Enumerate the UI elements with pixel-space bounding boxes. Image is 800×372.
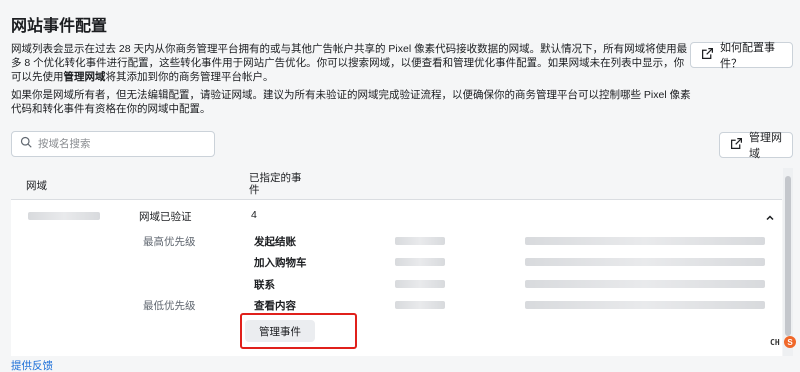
feedback-link[interactable]: 提供反馈 bbox=[11, 358, 53, 372]
description-text-end: 将其添加到你的商务管理平台帐户。 bbox=[105, 71, 274, 83]
lowest-priority-label: 最低优先级 bbox=[143, 300, 196, 312]
how-to-config-button[interactable]: 如何配置事件？ bbox=[690, 42, 793, 70]
collapse-row-button[interactable] bbox=[765, 210, 775, 221]
description-paragraph-2: 如果你是网域所有者，但无法编辑配置，请验证网域。建议为所有未验证的网域完成验证流… bbox=[11, 89, 691, 115]
pixel-name-redacted-1 bbox=[525, 237, 765, 245]
manage-events-button[interactable]: 管理事件 bbox=[245, 320, 315, 342]
pixel-id-redacted-4 bbox=[395, 301, 445, 309]
ime-language-indicator[interactable]: CH bbox=[770, 338, 780, 347]
manage-domains-link-text[interactable]: 管理网域 bbox=[64, 71, 106, 83]
page-title: 网站事件配置 bbox=[11, 18, 108, 35]
column-header-events-line1: 已指定的事 bbox=[249, 172, 302, 184]
chevron-up-icon bbox=[765, 210, 775, 227]
search-input[interactable] bbox=[38, 138, 198, 150]
event-item-1: 发起结账 bbox=[254, 236, 296, 248]
external-link-icon bbox=[701, 47, 714, 63]
column-header-events-line2: 件 bbox=[249, 184, 260, 196]
event-count: 4 bbox=[251, 209, 257, 221]
event-item-4: 查看内容 bbox=[254, 300, 296, 312]
event-item-2: 加入购物车 bbox=[254, 257, 307, 269]
domain-status: 网域已验证 bbox=[139, 211, 192, 223]
scrollbar-thumb[interactable] bbox=[785, 176, 791, 336]
column-header-events: 已指定的事 件 bbox=[249, 172, 302, 196]
external-link-icon bbox=[730, 137, 743, 153]
column-header-domain: 网域 bbox=[26, 180, 47, 192]
description-paragraph-1: 网域列表会显示在过去 28 天内从你商务管理平台拥有的或与其他广告帐户共享的 P… bbox=[11, 42, 691, 84]
pixel-name-redacted-2 bbox=[525, 258, 765, 266]
ime-app-icon[interactable]: S bbox=[784, 336, 796, 348]
how-to-config-label: 如何配置事件？ bbox=[720, 42, 775, 70]
manage-domains-label: 管理网域 bbox=[749, 132, 782, 160]
search-icon bbox=[20, 135, 32, 153]
pixel-name-redacted-3 bbox=[525, 280, 765, 288]
table-header: 网域 已指定的事 件 bbox=[11, 168, 782, 200]
event-item-3: 联系 bbox=[254, 279, 275, 291]
pixel-name-redacted-4 bbox=[525, 301, 765, 309]
pixel-id-redacted-2 bbox=[395, 258, 445, 266]
pixel-id-redacted-3 bbox=[395, 280, 445, 288]
manage-domains-button[interactable]: 管理网域 bbox=[719, 132, 793, 160]
pixel-id-redacted-1 bbox=[395, 237, 445, 245]
search-box[interactable] bbox=[11, 131, 215, 157]
highest-priority-label: 最高优先级 bbox=[143, 236, 196, 248]
domain-name-redacted bbox=[28, 212, 100, 220]
